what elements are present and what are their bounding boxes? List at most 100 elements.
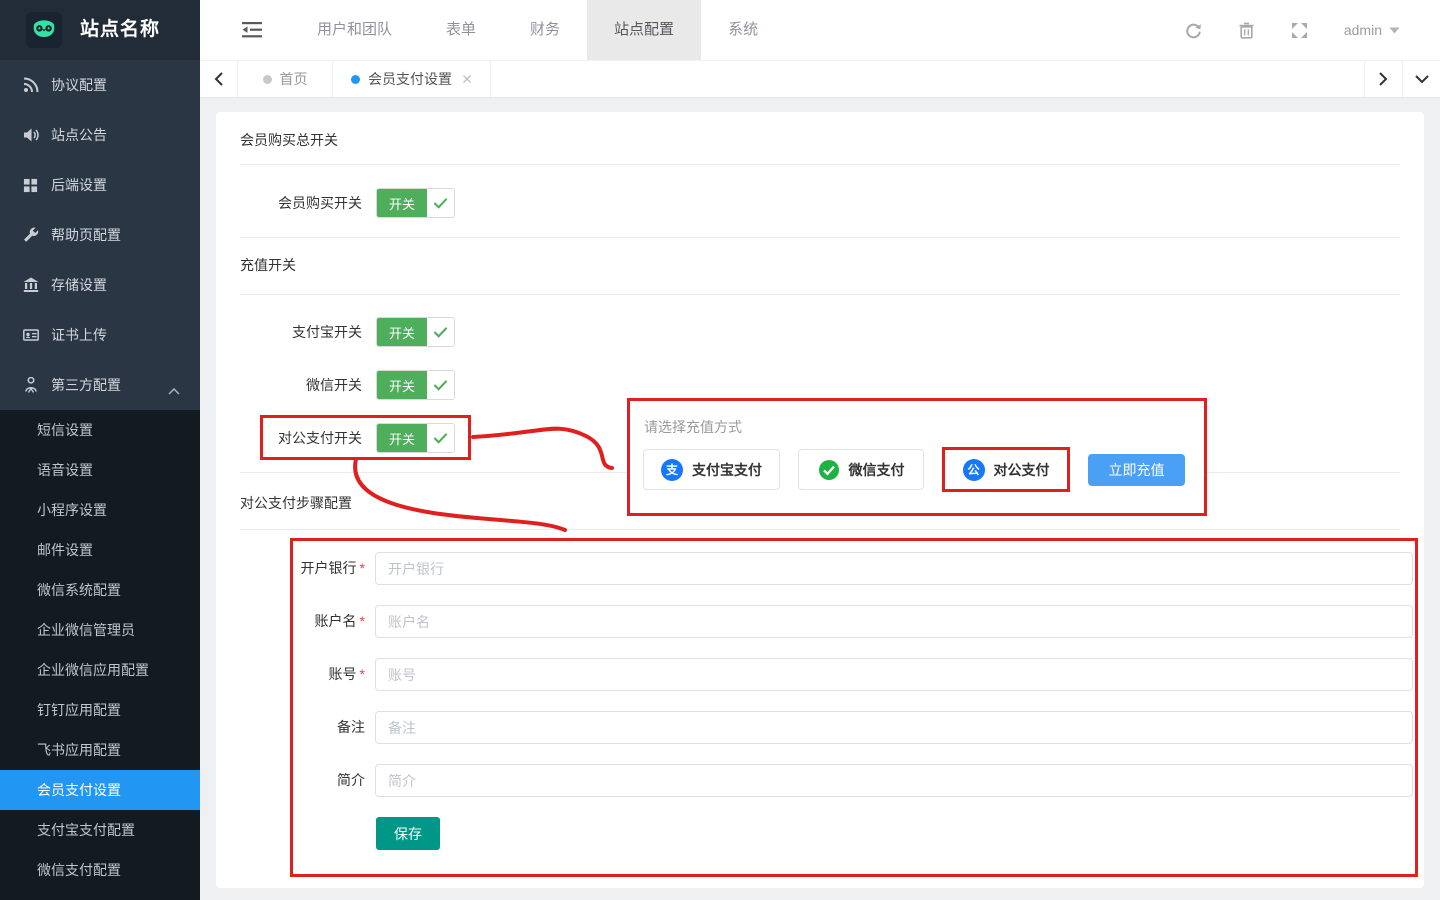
sidebar-item-certificate-upload[interactable]: 证书上传 [0, 310, 200, 360]
toggle-label: 支付宝开关 [216, 317, 362, 347]
recharge-now-button[interactable]: 立即充值 [1088, 454, 1185, 486]
nav-users-teams[interactable]: 用户和团队 [290, 0, 419, 60]
submenu-item-alipay-config[interactable]: 支付宝支付配置 [0, 810, 200, 850]
trash-icon[interactable] [1238, 22, 1255, 39]
sidebar-toggle-icon[interactable] [242, 22, 262, 38]
site-title: 站点名称 [80, 0, 160, 60]
tab-close-icon[interactable] [462, 74, 472, 84]
person-icon [22, 377, 39, 394]
user-menu[interactable]: admin [1344, 22, 1400, 38]
submenu-item-voice[interactable]: 语音设置 [0, 450, 200, 490]
remark-input[interactable] [375, 711, 1413, 744]
tab-label: 首页 [280, 69, 308, 89]
sidebar-item-label: 协议配置 [51, 75, 107, 95]
toggle-label: 微信开关 [216, 370, 362, 400]
required-asterisk: * [360, 613, 365, 629]
submenu-item-wechat-system[interactable]: 微信系统配置 [0, 570, 200, 610]
corporate-pay-icon: 公 [963, 459, 985, 481]
alipay-method-button[interactable]: 支 支付宝支付 [643, 449, 780, 490]
wechat-icon [818, 459, 840, 481]
wrench-icon [22, 227, 39, 244]
divider [240, 164, 1400, 165]
account-name-input[interactable] [375, 605, 1413, 638]
intro-input[interactable] [375, 764, 1413, 797]
submenu-item-member-payment[interactable]: 会员支付设置 [0, 770, 200, 810]
tab-bar: 首页 会员支付设置 [200, 60, 1440, 98]
sidebar-item-site-announcement[interactable]: 站点公告 [0, 110, 200, 160]
refresh-icon[interactable] [1185, 22, 1202, 39]
alipay-toggle[interactable]: 开关 [376, 317, 455, 347]
tab-dot [351, 75, 360, 84]
account-number-input[interactable] [375, 658, 1413, 691]
field-label: 简介 [216, 764, 365, 797]
wechat-toggle[interactable]: 开关 [376, 370, 455, 400]
sidebar-item-help-page-config[interactable]: 帮助页配置 [0, 210, 200, 260]
submenu-item-wecom-app[interactable]: 企业微信应用配置 [0, 650, 200, 690]
sidebar-item-backend-settings[interactable]: 后端设置 [0, 160, 200, 210]
grid-icon [22, 177, 39, 194]
tabs-scroll-left-icon[interactable] [200, 61, 238, 97]
field-label: 账户名* [216, 605, 365, 638]
sidebar-item-label: 后端设置 [51, 175, 107, 195]
tab-home[interactable]: 首页 [238, 61, 333, 97]
nav-forms[interactable]: 表单 [419, 0, 503, 60]
nav-site-config[interactable]: 站点配置 [587, 0, 701, 60]
tab-member-payment[interactable]: 会员支付设置 [333, 61, 491, 97]
submenu-item-miniprogram[interactable]: 小程序设置 [0, 490, 200, 530]
field-label: 备注 [216, 711, 365, 744]
check-icon [427, 189, 454, 217]
divider [240, 529, 1400, 530]
speaker-icon [22, 127, 39, 144]
submenu-item-wecom-admin[interactable]: 企业微信管理员 [0, 610, 200, 650]
header-actions: admin [1185, 0, 1400, 60]
tab-label: 会员支付设置 [368, 69, 452, 89]
tabs-menu-icon[interactable] [1402, 61, 1440, 97]
section-title-member-purchase: 会员购买总开关 [240, 130, 338, 150]
check-icon [427, 371, 454, 399]
sidebar-item-storage-settings[interactable]: 存储设置 [0, 260, 200, 310]
tabs-scroll-right-icon[interactable] [1364, 61, 1402, 97]
top-nav: 用户和团队 表单 财务 站点配置 系统 [290, 0, 785, 60]
tab-dot [263, 75, 272, 84]
submenu-item-feishu-app[interactable]: 飞书应用配置 [0, 730, 200, 770]
toggle-label: 对公支付开关 [216, 423, 362, 453]
toggle-label: 会员购买开关 [216, 188, 362, 218]
owl-logo-icon [31, 17, 57, 43]
sidebar-item-protocol-config[interactable]: 协议配置 [0, 60, 200, 110]
save-button[interactable]: 保存 [376, 817, 440, 850]
caret-down-icon [1389, 27, 1400, 34]
nav-system[interactable]: 系统 [701, 0, 785, 60]
toggle-on-segment: 开关 [377, 189, 427, 217]
submenu-item-email[interactable]: 邮件设置 [0, 530, 200, 570]
nav-finance[interactable]: 财务 [503, 0, 587, 60]
certificate-icon [22, 327, 39, 344]
bank-icon [22, 277, 39, 294]
corporate-method-button[interactable]: 公 对公支付 [942, 447, 1070, 492]
toggle-on-segment: 开关 [377, 424, 427, 452]
sidebar-item-third-party-config[interactable]: 第三方配置 [0, 360, 200, 410]
fullscreen-icon[interactable] [1291, 22, 1308, 39]
sidebar-item-label: 第三方配置 [51, 375, 121, 395]
bank-input[interactable] [375, 552, 1413, 585]
required-asterisk: * [360, 560, 365, 576]
field-label: 账号* [216, 658, 365, 691]
field-label: 开户银行* [216, 552, 365, 585]
member-purchase-toggle[interactable]: 开关 [376, 188, 455, 218]
sidebar: 协议配置 站点公告 后端设置 帮助页配置 存储设置 [0, 60, 200, 900]
third-party-submenu: 短信设置 语音设置 小程序设置 邮件设置 微信系统配置 企业微信管理员 企业微信… [0, 410, 200, 900]
wechat-method-button[interactable]: 微信支付 [798, 449, 924, 490]
rss-icon [22, 77, 39, 94]
required-asterisk: * [360, 666, 365, 682]
divider [240, 237, 1400, 238]
site-logo[interactable] [26, 12, 62, 48]
submenu-item-wechat-pay-config[interactable]: 微信支付配置 [0, 850, 200, 890]
app-window: 站点名称 用户和团队 表单 财务 站点配置 系统 [0, 0, 1440, 900]
toggle-on-segment: 开关 [377, 371, 427, 399]
section-title-corporate-steps: 对公支付步骤配置 [240, 493, 352, 513]
corporate-pay-toggle[interactable]: 开关 [376, 423, 455, 453]
section-title-recharge-switch: 充值开关 [240, 255, 296, 275]
submenu-item-sms[interactable]: 短信设置 [0, 410, 200, 450]
submenu-item-dingtalk-app[interactable]: 钉钉应用配置 [0, 690, 200, 730]
chevron-up-icon [168, 382, 180, 398]
sidebar-item-label: 证书上传 [51, 325, 107, 345]
